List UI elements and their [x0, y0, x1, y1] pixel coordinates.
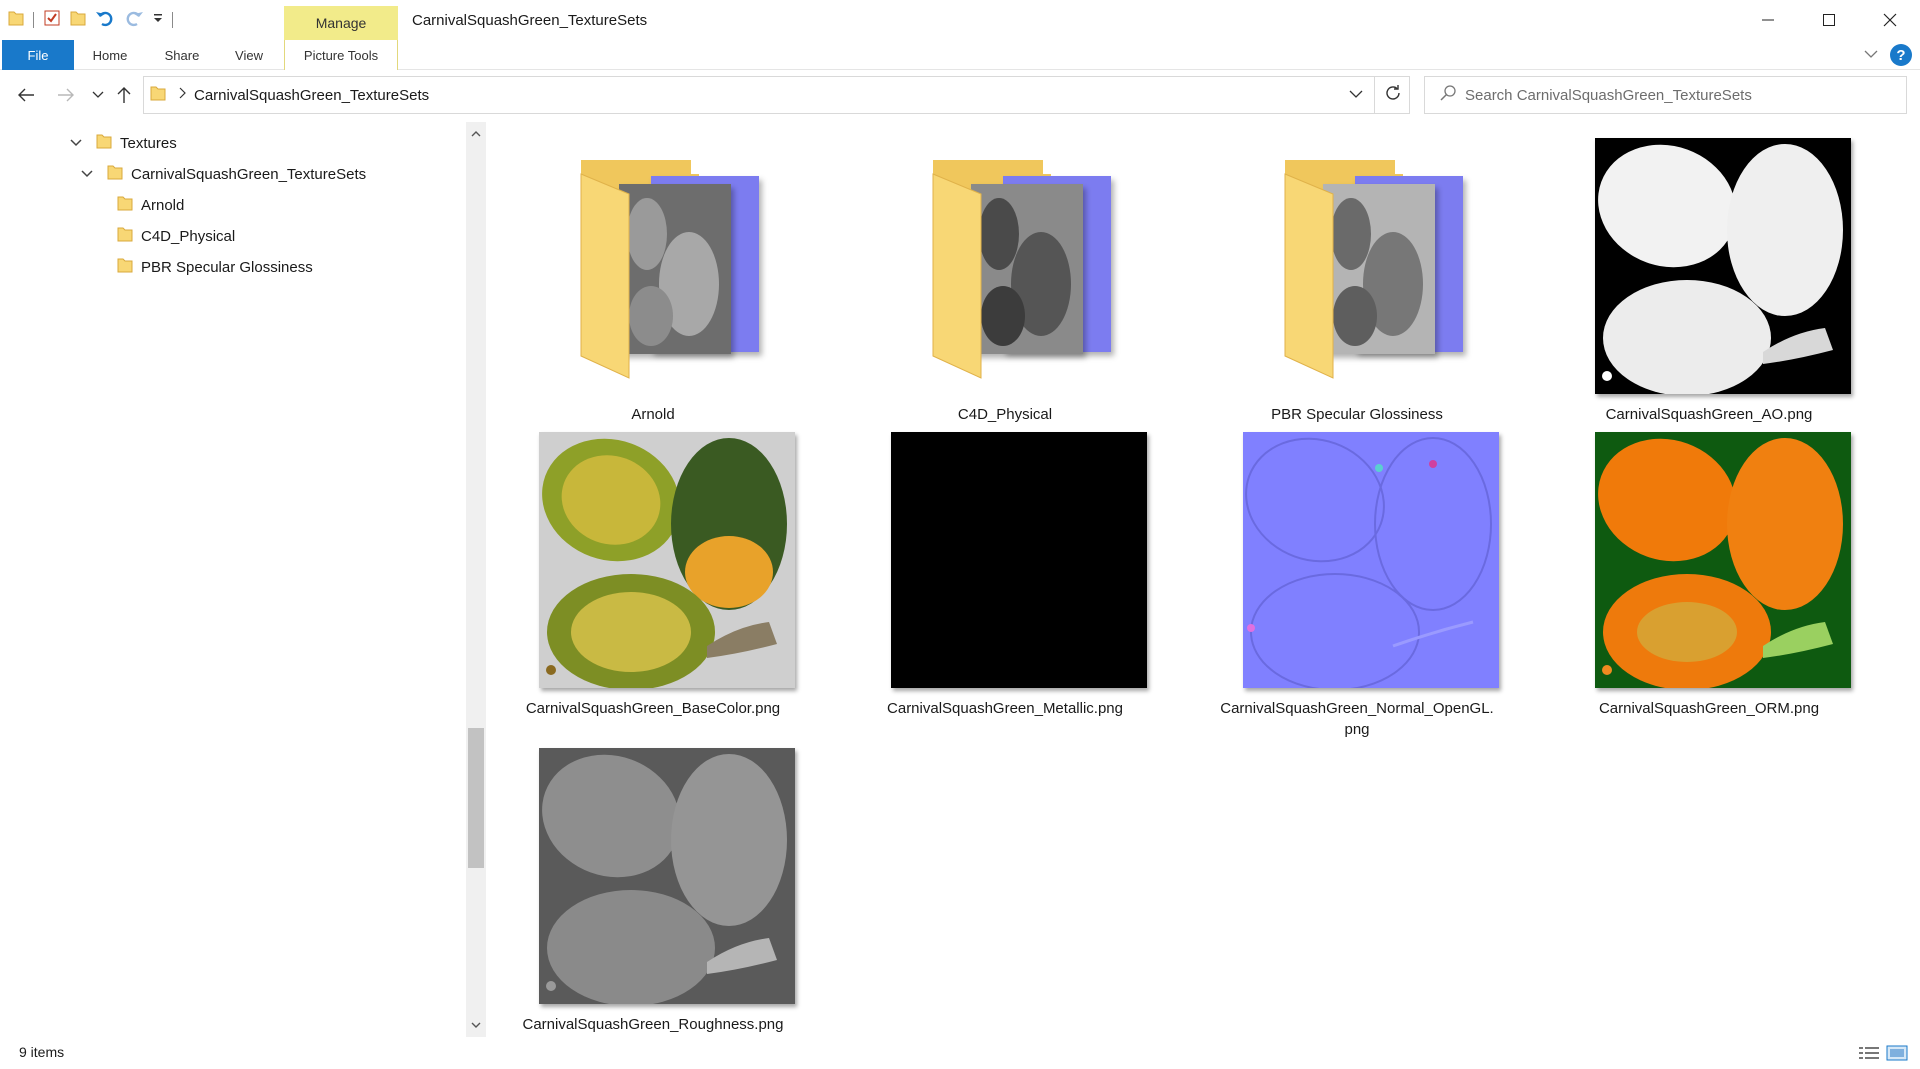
file-item-label: CarnivalSquashGreen_Metallic.png: [887, 700, 1123, 717]
chevron-down-icon[interactable]: [81, 170, 101, 178]
minimize-icon[interactable]: [1737, 0, 1798, 40]
file-item-arnold[interactable]: Arnold: [488, 122, 818, 423]
refresh-button[interactable]: [1374, 76, 1410, 114]
chevron-down-icon[interactable]: [70, 139, 90, 147]
file-item-label: CarnivalSquashGreen_Roughness.png: [522, 1016, 784, 1033]
properties-icon[interactable]: [43, 9, 61, 32]
tree-item-pbr-specular-glossiness[interactable]: PBR Specular Glossiness: [117, 254, 313, 280]
folder-icon: [117, 256, 133, 278]
folder-thumbnail-icon: [891, 134, 1147, 390]
scrollbar-thumb[interactable]: [468, 728, 484, 868]
forward-icon[interactable]: [54, 83, 78, 107]
recent-locations-icon[interactable]: [86, 83, 110, 107]
folder-icon: [117, 225, 133, 247]
expand-ribbon-chevron-icon[interactable]: [1864, 46, 1878, 64]
file-list: Arnold C4D_Physical PBR Specular Glossin…: [488, 122, 1920, 1037]
tab-picture-tools[interactable]: Picture Tools: [284, 40, 398, 70]
refresh-icon: [1384, 84, 1402, 107]
ribbon-right-controls: ?: [1864, 44, 1912, 66]
status-bar: 9 items: [0, 1037, 1920, 1069]
file-item-label: C4D_Physical: [957, 406, 1053, 423]
scroll-down-icon[interactable]: [466, 1015, 486, 1035]
search-box[interactable]: [1424, 76, 1907, 114]
toolbar-divider: [33, 12, 34, 28]
image-thumbnail: [891, 432, 1147, 688]
breadcrumb-item[interactable]: CarnivalSquashGreen_TextureSets: [194, 87, 429, 104]
folder-thumbnail-icon: [1243, 134, 1499, 390]
manage-tab-group[interactable]: Manage: [284, 6, 398, 40]
tab-view[interactable]: View: [224, 40, 274, 70]
back-icon[interactable]: [14, 83, 38, 107]
tab-home[interactable]: Home: [84, 40, 136, 70]
file-item-label: CarnivalSquashGreen_ORM.png: [1598, 700, 1820, 717]
image-thumbnail: [1243, 432, 1499, 688]
tree-item-label: Textures: [120, 134, 177, 152]
folder-icon[interactable]: [8, 9, 24, 32]
breadcrumb-chevron-icon[interactable]: [178, 86, 186, 104]
tree-item-arnold[interactable]: Arnold: [117, 192, 184, 218]
customize-toolbar-dropdown-icon[interactable]: [153, 11, 163, 29]
new-folder-icon[interactable]: [70, 9, 86, 32]
navigation-pane: Textures CarnivalSquashGreen_TextureSets…: [0, 122, 466, 1037]
file-item-label-line1: CarnivalSquashGreen_Normal_OpenGL.: [1220, 700, 1494, 717]
file-item-normal-opengl-png[interactable]: CarnivalSquashGreen_Normal_OpenGL. png: [1192, 430, 1522, 738]
file-item-orm-png[interactable]: CarnivalSquashGreen_ORM.png: [1544, 430, 1874, 730]
folder-icon: [107, 163, 123, 185]
image-thumbnail: [1595, 138, 1851, 394]
title-bar: Manage CarnivalSquashGreen_TextureSets: [0, 0, 1920, 40]
file-item-pbr-specular-glossiness[interactable]: PBR Specular Glossiness: [1192, 122, 1522, 423]
toolbar-divider: [172, 12, 173, 28]
address-bar[interactable]: CarnivalSquashGreen_TextureSets: [143, 76, 1410, 114]
file-item-label: CarnivalSquashGreen_AO.png: [1605, 406, 1813, 423]
tree-item-carnivalsquashgreen-texturesets[interactable]: CarnivalSquashGreen_TextureSets: [81, 161, 366, 187]
tree-item-c4d-physical[interactable]: C4D_Physical: [117, 223, 235, 249]
undo-icon[interactable]: [95, 8, 115, 33]
address-dropdown-icon[interactable]: [1349, 86, 1363, 104]
file-item-label: CarnivalSquashGreen_Normal_OpenGL. png: [1192, 698, 1522, 740]
image-thumbnail: [539, 432, 795, 688]
view-switcher: [1858, 1045, 1908, 1066]
scroll-up-icon[interactable]: [466, 124, 486, 144]
folder-icon: [117, 194, 133, 216]
close-icon[interactable]: [1859, 0, 1920, 40]
image-thumbnail: [539, 748, 795, 1004]
image-thumbnail: [1595, 432, 1851, 688]
tree-item-label: Arnold: [141, 196, 185, 214]
tab-share[interactable]: Share: [156, 40, 208, 70]
tree-item-label: PBR Specular Glossiness: [141, 258, 313, 276]
tab-file[interactable]: File: [2, 40, 74, 70]
file-item-roughness-png[interactable]: CarnivalSquashGreen_Roughness.png: [488, 734, 818, 1034]
up-icon[interactable]: [112, 83, 136, 107]
file-item-label: Arnold: [631, 406, 675, 423]
file-item-ao-png[interactable]: CarnivalSquashGreen_AO.png: [1544, 122, 1874, 423]
tree-item-textures[interactable]: Textures: [70, 130, 177, 156]
search-icon: [1439, 84, 1457, 107]
tree-item-label: C4D_Physical: [141, 227, 236, 245]
nav-pane-scrollbar[interactable]: [466, 122, 486, 1037]
window-title: CarnivalSquashGreen_TextureSets: [412, 12, 648, 29]
window-controls: [1737, 0, 1920, 40]
maximize-icon[interactable]: [1798, 0, 1859, 40]
file-item-c4d-physical[interactable]: C4D_Physical: [840, 122, 1170, 423]
navigation-bar: CarnivalSquashGreen_TextureSets: [0, 71, 1920, 121]
file-item-label-line2: png: [1344, 721, 1370, 738]
folder-thumbnail-icon: [539, 134, 795, 390]
item-count: 9 items: [19, 1044, 65, 1060]
help-icon[interactable]: ?: [1890, 44, 1912, 66]
folder-icon: [96, 132, 112, 154]
file-item-label: PBR Specular Glossiness: [1271, 406, 1443, 423]
file-item-metallic-png[interactable]: CarnivalSquashGreen_Metallic.png: [840, 430, 1170, 730]
tree-item-label: CarnivalSquashGreen_TextureSets: [131, 165, 367, 183]
large-icons-view-icon[interactable]: [1886, 1045, 1908, 1066]
file-item-label: CarnivalSquashGreen_BaseColor.png: [525, 700, 781, 717]
file-item-basecolor-png[interactable]: CarnivalSquashGreen_BaseColor.png: [488, 430, 818, 730]
search-input[interactable]: [1465, 86, 1885, 104]
redo-icon[interactable]: [124, 8, 144, 33]
folder-icon: [150, 84, 166, 107]
quick-access-toolbar: [8, 8, 173, 32]
ribbon-tabs: File Home Share View Picture Tools ?: [0, 40, 1920, 70]
details-view-icon[interactable]: [1858, 1045, 1880, 1066]
